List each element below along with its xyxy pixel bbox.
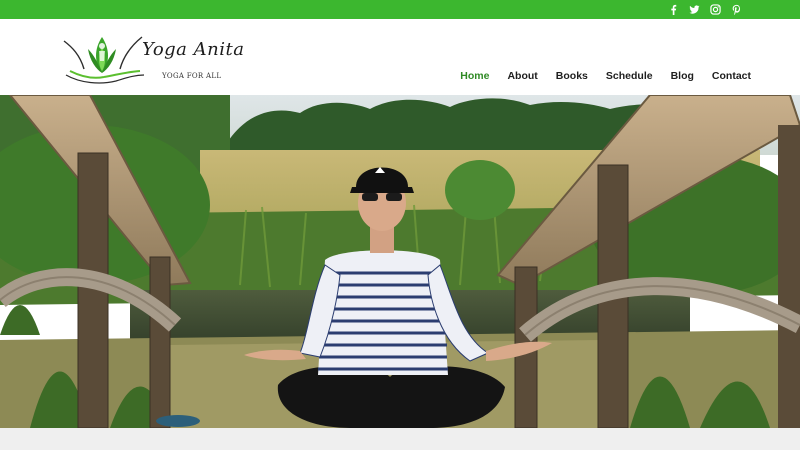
hero-image [0,95,800,428]
facebook-icon[interactable] [668,4,679,15]
meditation-bridge-illustration [0,95,800,428]
brand-name[interactable]: Yoga Anita [142,39,244,60]
instagram-icon[interactable] [710,4,721,15]
lotus-logo-icon [63,36,145,84]
pinterest-icon[interactable] [731,4,742,15]
twitter-icon[interactable] [689,4,700,15]
nav-contact[interactable]: Contact [712,70,751,82]
social-links [668,0,742,19]
site-header: Yoga Anita YOGA FOR ALL Home About Books… [0,19,800,95]
nav-blog[interactable]: Blog [671,70,694,82]
nav-schedule[interactable]: Schedule [606,70,653,82]
nav-books[interactable]: Books [556,70,588,82]
nav-home[interactable]: Home [460,70,489,82]
nav-about[interactable]: About [507,70,537,82]
brand-tagline: YOGA FOR ALL [162,72,222,80]
top-bar [0,0,800,19]
content-strip [0,428,800,450]
